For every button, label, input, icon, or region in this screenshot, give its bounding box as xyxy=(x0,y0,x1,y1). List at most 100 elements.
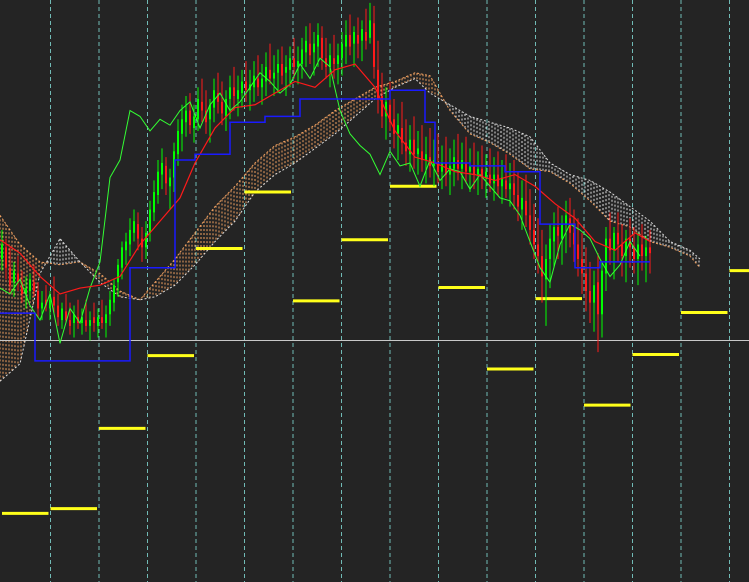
candle-body xyxy=(185,110,187,123)
candle-body xyxy=(561,224,563,239)
candle-body xyxy=(593,285,595,303)
candle-body xyxy=(557,226,559,236)
candle-body xyxy=(577,244,579,259)
candle-body xyxy=(181,119,183,134)
candle-body xyxy=(613,232,615,251)
candle-body xyxy=(441,162,443,172)
candle-body xyxy=(261,78,263,88)
candle-body xyxy=(617,232,619,245)
candle-body xyxy=(101,317,103,324)
candle-body xyxy=(585,273,587,291)
candle-body xyxy=(117,264,119,283)
candle-body xyxy=(9,267,11,286)
candle-body xyxy=(641,244,643,257)
candle-body xyxy=(301,49,303,65)
candle-body xyxy=(257,78,259,88)
candle-body xyxy=(321,37,323,59)
candle-body xyxy=(525,200,527,216)
candle-body xyxy=(277,64,279,73)
candle-body xyxy=(241,81,243,94)
candle-body xyxy=(93,317,95,324)
candle-body xyxy=(105,314,107,324)
candle-body xyxy=(357,34,359,44)
candle-body xyxy=(201,101,203,111)
candle-body xyxy=(273,72,275,79)
candle-body xyxy=(189,110,191,126)
candle-body xyxy=(589,291,591,303)
candle-body xyxy=(229,87,231,99)
candle-body xyxy=(329,55,331,67)
candle-body xyxy=(165,165,167,184)
candle-body xyxy=(237,90,239,99)
candle-body xyxy=(233,87,235,97)
candle-body xyxy=(341,43,343,59)
candle-body xyxy=(601,270,603,315)
candle-body xyxy=(97,317,99,326)
candle-body xyxy=(645,247,647,257)
candle-body xyxy=(365,32,367,41)
candle-body xyxy=(13,270,15,283)
candle-body xyxy=(581,258,583,274)
candle-body xyxy=(89,320,91,326)
candle-body xyxy=(317,34,319,47)
candle-body xyxy=(469,165,471,172)
candle-body xyxy=(361,29,363,41)
candle-body xyxy=(197,98,199,120)
candle-body xyxy=(49,299,51,309)
candle-body xyxy=(29,279,31,291)
candle-body xyxy=(461,160,463,169)
candle-body xyxy=(565,215,567,225)
candle-body xyxy=(473,165,475,175)
candle-body xyxy=(53,296,55,306)
candle-body xyxy=(285,66,287,73)
candle-body xyxy=(61,308,63,321)
candle-body xyxy=(313,43,315,53)
candle-body xyxy=(281,64,283,76)
candle-body xyxy=(133,221,135,233)
candle-body xyxy=(145,232,147,248)
candle-body xyxy=(309,43,311,56)
candle-body xyxy=(345,34,347,47)
candle-body xyxy=(305,40,307,53)
candle-body xyxy=(125,241,127,251)
candle-body xyxy=(193,116,195,129)
candle-body xyxy=(457,160,459,169)
candle-body xyxy=(33,282,35,291)
candle-body xyxy=(521,197,523,210)
candle-body xyxy=(425,154,427,161)
candle-body xyxy=(149,209,151,233)
candle-body xyxy=(485,171,487,178)
ichimoku-chart xyxy=(0,0,749,582)
candle-body xyxy=(549,238,551,259)
candle-body xyxy=(513,183,515,195)
candle-body xyxy=(121,247,123,268)
candle-body xyxy=(477,168,479,175)
candle-body xyxy=(245,81,247,91)
chart-plot-area[interactable] xyxy=(0,0,749,582)
candle-body xyxy=(85,320,87,326)
candle-body xyxy=(349,34,351,47)
candle-body xyxy=(153,192,155,213)
candle-body xyxy=(41,302,43,309)
candle-body xyxy=(113,285,115,303)
candle-body xyxy=(129,229,131,245)
candle-body xyxy=(37,291,39,309)
candle-body xyxy=(161,162,163,175)
candle-body xyxy=(397,125,399,134)
candle-body xyxy=(413,139,415,155)
candle-body xyxy=(289,58,291,70)
candle-body xyxy=(57,305,59,318)
candle-body xyxy=(5,247,7,268)
candle-body xyxy=(369,20,371,38)
candle-body xyxy=(177,130,179,155)
candle-body xyxy=(157,171,159,195)
candle-body xyxy=(137,224,139,239)
candle-body xyxy=(169,177,171,187)
candle-body xyxy=(505,180,507,190)
candle-body xyxy=(497,174,499,187)
candle-body xyxy=(517,194,519,207)
candle-body xyxy=(533,229,535,245)
candle-body xyxy=(269,69,271,79)
candle-body xyxy=(293,58,295,67)
candle-body xyxy=(353,32,355,44)
